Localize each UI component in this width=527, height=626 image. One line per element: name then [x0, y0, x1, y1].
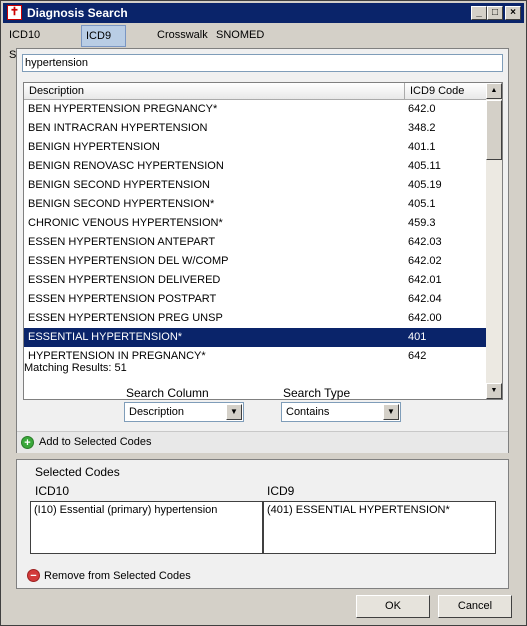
row-code: 401: [408, 331, 427, 343]
table-row[interactable]: BENIGN SECOND HYPERTENSION* 405.1: [24, 195, 487, 214]
minimize-icon[interactable]: _: [471, 6, 487, 20]
row-code: 459.3: [408, 217, 436, 229]
search-input[interactable]: [22, 54, 503, 72]
table-row[interactable]: BENIGN HYPERTENSION 401.1: [24, 138, 487, 157]
row-code: 405.1: [408, 198, 436, 210]
row-description: ESSEN HYPERTENSION POSTPART: [28, 293, 217, 305]
row-code: 642.00: [408, 312, 442, 324]
selected-codes-title: Selected Codes: [35, 465, 120, 479]
row-description: ESSEN HYPERTENSION DELIVERED: [28, 274, 221, 286]
row-code: 401.1: [408, 141, 436, 153]
row-code: 642.0: [408, 103, 436, 115]
table-row[interactable]: BEN HYPERTENSION PREGNANCY* 642.0: [24, 100, 487, 119]
icd10-label: ICD10: [35, 484, 70, 498]
icd9-label: ICD9: [267, 484, 295, 498]
close-icon[interactable]: ×: [505, 6, 521, 20]
table-row[interactable]: ESSENTIAL HYPERTENSION* 401: [24, 328, 487, 347]
row-code: 348.2: [408, 122, 436, 134]
column-header-description[interactable]: Description: [24, 83, 405, 100]
ok-button[interactable]: OK: [356, 595, 430, 618]
row-code: 642.01: [408, 274, 442, 286]
row-description: ESSEN HYPERTENSION PREG UNSP: [28, 312, 223, 324]
results-scrollbar[interactable]: ▲ ▼: [486, 83, 502, 399]
remove-icon: −: [27, 569, 40, 582]
tab-icd9-search[interactable]: ICD9 Search: [81, 25, 126, 62]
table-row[interactable]: ESSEN HYPERTENSION ANTEPART 642.03: [24, 233, 487, 252]
selected-icd10-item[interactable]: (I10) Essential (primary) hypertension: [34, 504, 217, 516]
selected-icd10-box[interactable]: (I10) Essential (primary) hypertension: [30, 501, 263, 554]
row-code: 642.04: [408, 293, 442, 305]
add-to-selected-codes-button[interactable]: + Add to Selected Codes: [17, 431, 508, 453]
row-description: ESSENTIAL HYPERTENSION*: [28, 331, 183, 343]
row-description: BENIGN SECOND HYPERTENSION*: [28, 198, 215, 210]
tab-snomed[interactable]: SNOMED: [212, 25, 268, 47]
chevron-down-icon[interactable]: ▼: [226, 404, 242, 420]
row-description: BENIGN RENOVASC HYPERTENSION: [28, 160, 224, 172]
cancel-button[interactable]: Cancel: [438, 595, 512, 618]
table-row[interactable]: ESSEN HYPERTENSION DELIVERED 642.01: [24, 271, 487, 290]
search-type-select[interactable]: Contains ▼: [281, 402, 401, 422]
remove-from-selected-codes-button[interactable]: − Remove from Selected Codes: [25, 567, 225, 585]
title-bar: ✝ Diagnosis Search _ □ ×: [3, 3, 524, 23]
row-description: BEN INTRACRAN HYPERTENSION: [28, 122, 208, 134]
results-rows: BEN HYPERTENSION PREGNANCY* 642.0 BEN INTR…: [24, 100, 487, 366]
table-row[interactable]: ESSEN HYPERTENSION PREG UNSP 642.00: [24, 309, 487, 328]
results-header: Description ICD9 Code: [24, 83, 487, 100]
selected-icd9-box[interactable]: (401) ESSENTIAL HYPERTENSION*: [263, 501, 496, 554]
add-button-label: Add to Selected Codes: [39, 436, 152, 448]
tab-crosswalk[interactable]: Crosswalk: [153, 25, 212, 47]
column-header-icd9-code[interactable]: ICD9 Code: [405, 83, 487, 100]
maximize-icon[interactable]: □: [487, 6, 503, 20]
selected-codes-panel: Selected Codes ICD10 ICD9 (I10) Essentia…: [16, 459, 509, 589]
table-row[interactable]: BENIGN SECOND HYPERTENSION 405.19: [24, 176, 487, 195]
table-row[interactable]: BEN INTRACRAN HYPERTENSION 348.2: [24, 119, 487, 138]
add-icon: +: [21, 436, 34, 449]
row-description: BENIGN HYPERTENSION: [28, 141, 160, 153]
diagnosis-search-window: ✝ Diagnosis Search _ □ × ICD10 Search IC…: [0, 0, 527, 626]
search-column-select[interactable]: Description ▼: [124, 402, 244, 422]
scroll-thumb[interactable]: [486, 100, 502, 160]
row-code: 642.02: [408, 255, 442, 267]
row-description: BEN HYPERTENSION PREGNANCY*: [28, 103, 218, 115]
row-code: 642.03: [408, 236, 442, 248]
row-code: 405.19: [408, 179, 442, 191]
table-row[interactable]: BENIGN RENOVASC HYPERTENSION 405.11: [24, 157, 487, 176]
scroll-up-icon[interactable]: ▲: [486, 83, 502, 99]
table-row[interactable]: ESSEN HYPERTENSION POSTPART 642.04: [24, 290, 487, 309]
results-list: Description ICD9 Code BEN HYPERTENSION P…: [23, 82, 503, 400]
matching-results: Matching Results: 51: [24, 362, 127, 374]
row-description: ESSEN HYPERTENSION ANTEPART: [28, 236, 216, 248]
search-type-label: Search Type: [283, 386, 351, 400]
remove-button-label: Remove from Selected Codes: [44, 570, 191, 582]
scroll-down-icon[interactable]: ▼: [486, 383, 502, 399]
table-row[interactable]: CHRONIC VENOUS HYPERTENSION* 459.3: [24, 214, 487, 233]
row-description: ESSEN HYPERTENSION DEL W/COMP: [28, 255, 229, 267]
window-title: Diagnosis Search: [27, 6, 128, 20]
selected-icd9-item[interactable]: (401) ESSENTIAL HYPERTENSION*: [267, 504, 450, 516]
search-column-label: Search Column: [126, 386, 209, 400]
app-icon: ✝: [7, 5, 22, 20]
row-description: CHRONIC VENOUS HYPERTENSION*: [28, 217, 223, 229]
row-description: BENIGN SECOND HYPERTENSION: [28, 179, 210, 191]
row-code: 405.11: [408, 160, 441, 172]
table-row[interactable]: ESSEN HYPERTENSION DEL W/COMP 642.02: [24, 252, 487, 271]
tab-icd10-search[interactable]: ICD10 Search: [5, 25, 48, 61]
search-panel: Description ICD9 Code BEN HYPERTENSION P…: [16, 48, 509, 453]
chevron-down-icon[interactable]: ▼: [383, 404, 399, 420]
row-code: 642: [408, 350, 427, 362]
